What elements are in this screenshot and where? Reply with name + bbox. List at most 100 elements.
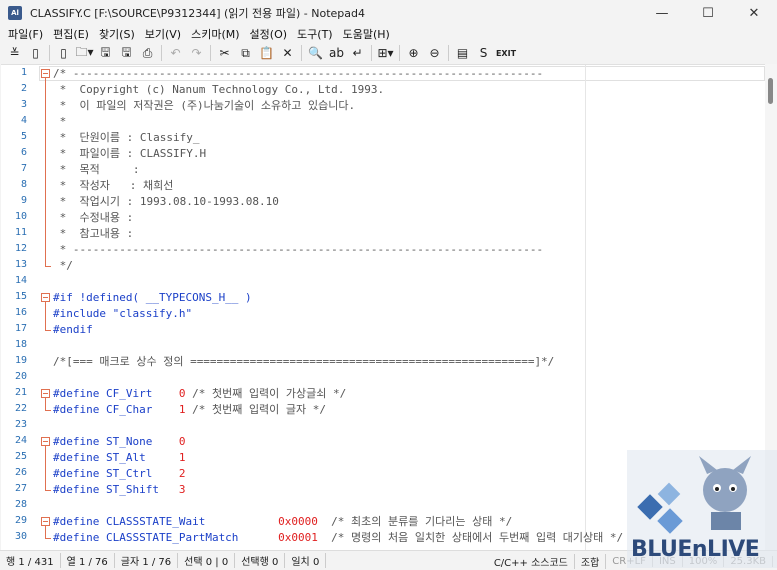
vertical-scrollbar[interactable] [765, 64, 777, 550]
status-selected-lines: 선택행 0 [235, 553, 286, 568]
toolbar-separator [301, 45, 302, 61]
status-ins[interactable]: INS [653, 555, 683, 567]
code-text: */ [53, 259, 73, 272]
menu-file[interactable]: 파일(F) [3, 26, 48, 42]
code-line: * 작성자 : 채희선 [53, 178, 174, 194]
redo-icon[interactable]: ↷ [186, 43, 207, 63]
line-number: 10 [14, 211, 27, 222]
code-token: /* 첫번째 입력이 글자 */ [185, 403, 327, 416]
code-text: * --------------------------------------… [53, 243, 544, 256]
minimize-button[interactable]: — [639, 0, 685, 26]
code-token: /* 명령의 처음 일치한 상태에서 두번째 입력 대기상태 */ [317, 531, 624, 544]
fold-toggle-icon[interactable] [41, 293, 50, 302]
fold-toggle-icon[interactable] [41, 437, 50, 446]
fold-end-mark [45, 330, 51, 331]
line-number: 16 [14, 307, 27, 318]
line-number: 25 [14, 451, 27, 462]
new-file-icon[interactable]: ▯ [25, 43, 46, 63]
window-controls: — ☐ ✕ [639, 0, 777, 26]
line-number: 11 [14, 227, 27, 238]
zoom-out-icon[interactable]: ⊖ [424, 43, 445, 63]
code-text: /* -------------------------------------… [53, 67, 544, 80]
menu-settings[interactable]: 설정(O) [245, 26, 292, 42]
scrollbar-thumb[interactable] [768, 78, 773, 104]
menu-scheme[interactable]: 스키마(M) [186, 26, 244, 42]
code-line: /*[=== 매크로 상수 정의 =======================… [53, 354, 554, 370]
save-icon[interactable]: 🖫 [95, 43, 116, 63]
code-text: * [53, 115, 67, 128]
line-number: 18 [14, 339, 27, 350]
toolbar-separator [399, 45, 400, 61]
status-line[interactable]: 행 1 / 431 [0, 553, 61, 568]
title-bar: Al CLASSIFY.C [F:\SOURCE\P9312344] (읽기 전… [0, 0, 777, 26]
code-text: * 목적 : [53, 163, 140, 176]
delete-icon[interactable]: ✕ [277, 43, 298, 63]
cut-icon[interactable]: ✂ [214, 43, 235, 63]
paste-icon[interactable]: 📋 [256, 43, 277, 63]
status-lexer[interactable]: C/C++ 소스코드 [488, 553, 575, 569]
fold-toggle-icon[interactable] [41, 389, 50, 398]
fold-guide [45, 446, 46, 490]
line-number: 27 [14, 483, 27, 494]
code-token: /* 첫번째 입력이 가상글쇠 */ [185, 387, 347, 400]
code-text: * 작성자 : 채희선 [53, 179, 174, 192]
code-line: #define ST_Shift 3 [53, 482, 185, 498]
word-wrap-icon[interactable]: ↵ [347, 43, 368, 63]
code-text: #include "classify.h" [53, 307, 193, 320]
code-text: * 단원이름 : Classify_ [53, 131, 200, 144]
code-text: * 참고내용 : [53, 227, 134, 240]
line-number: 8 [20, 179, 27, 190]
line-number: 3 [20, 99, 27, 110]
code-token: 0 [178, 435, 186, 448]
undo-icon[interactable]: ↶ [165, 43, 186, 63]
status-zoom[interactable]: 100% [683, 555, 725, 567]
status-column[interactable]: 열 1 / 76 [61, 553, 115, 568]
code-line: * 파일이름 : CLASSIFY.H [53, 146, 206, 162]
code-token: #define ST_Shift [53, 483, 179, 496]
code-line: * [53, 114, 67, 130]
find-icon[interactable]: 🔍 [305, 43, 326, 63]
copy-icon[interactable]: ⧉ [235, 43, 256, 63]
code-token: 0x0001 [278, 531, 318, 544]
line-number: 1 [20, 67, 27, 78]
replace-icon[interactable]: ab [326, 43, 347, 63]
code-line: * 단원이름 : Classify_ [53, 130, 200, 146]
print-icon[interactable]: ⎙ [137, 43, 158, 63]
menu-find[interactable]: 찾기(S) [94, 26, 140, 42]
menu-help[interactable]: 도움말(H) [338, 26, 395, 42]
close-button[interactable]: ✕ [731, 0, 777, 26]
menu-edit[interactable]: 편집(E) [48, 26, 94, 42]
save-as-icon[interactable]: 🖫 [116, 43, 137, 63]
dropdown-menu-icon[interactable]: ≚ [4, 43, 25, 63]
fold-guide [45, 526, 46, 538]
status-right-group: C/C++ 소스코드 조합 CR+LF INS 100% 25.3KB [488, 551, 773, 570]
open-folder-icon[interactable]: 🗀▾ [74, 43, 95, 63]
status-ime: 조합 [575, 553, 607, 569]
status-eol[interactable]: CR+LF [606, 555, 653, 567]
maximize-button[interactable]: ☐ [685, 0, 731, 26]
code-line: #define CLASSSTATE_Wait 0x0000 /* 최초의 분류… [53, 514, 512, 530]
scheme-icon[interactable]: S [473, 43, 494, 63]
code-line: #endif [53, 322, 93, 338]
code-area[interactable]: /* -------------------------------------… [39, 65, 765, 550]
app-icon[interactable]: Al [8, 6, 22, 20]
fold-end-mark [45, 410, 51, 411]
fold-toggle-icon[interactable] [41, 69, 50, 78]
editor-pane[interactable]: 1 2 3 4 5 6 7 8 9 10 11 12 13 14 15 16 17 18 19 20 21 22 23 24 2… [1, 64, 765, 550]
menu-bar: 파일(F) 편집(E) 찾기(S) 보기(V) 스키마(M) 설정(O) 도구(… [0, 26, 777, 42]
exit-icon[interactable]: EXIT [494, 43, 518, 63]
code-text: * 파일이름 : CLASSIFY.H [53, 147, 207, 160]
zoom-in-icon[interactable]: ⊕ [403, 43, 424, 63]
menu-view[interactable]: 보기(V) [140, 26, 186, 42]
line-number: 17 [14, 323, 27, 334]
code-line: * 작업시기 : 1993.08.10-1993.08.10 [53, 194, 279, 210]
line-number: 7 [20, 163, 27, 174]
fold-toggle-icon[interactable] [41, 517, 50, 526]
menu-tools[interactable]: 도구(T) [292, 26, 338, 42]
new-window-icon[interactable]: ▯ [53, 43, 74, 63]
view-icon[interactable]: ▤ [452, 43, 473, 63]
tree-icon[interactable]: ⊞▾ [375, 43, 396, 63]
toolbar-separator [210, 45, 211, 61]
fold-guide [45, 78, 46, 266]
toolbar-separator [161, 45, 162, 61]
